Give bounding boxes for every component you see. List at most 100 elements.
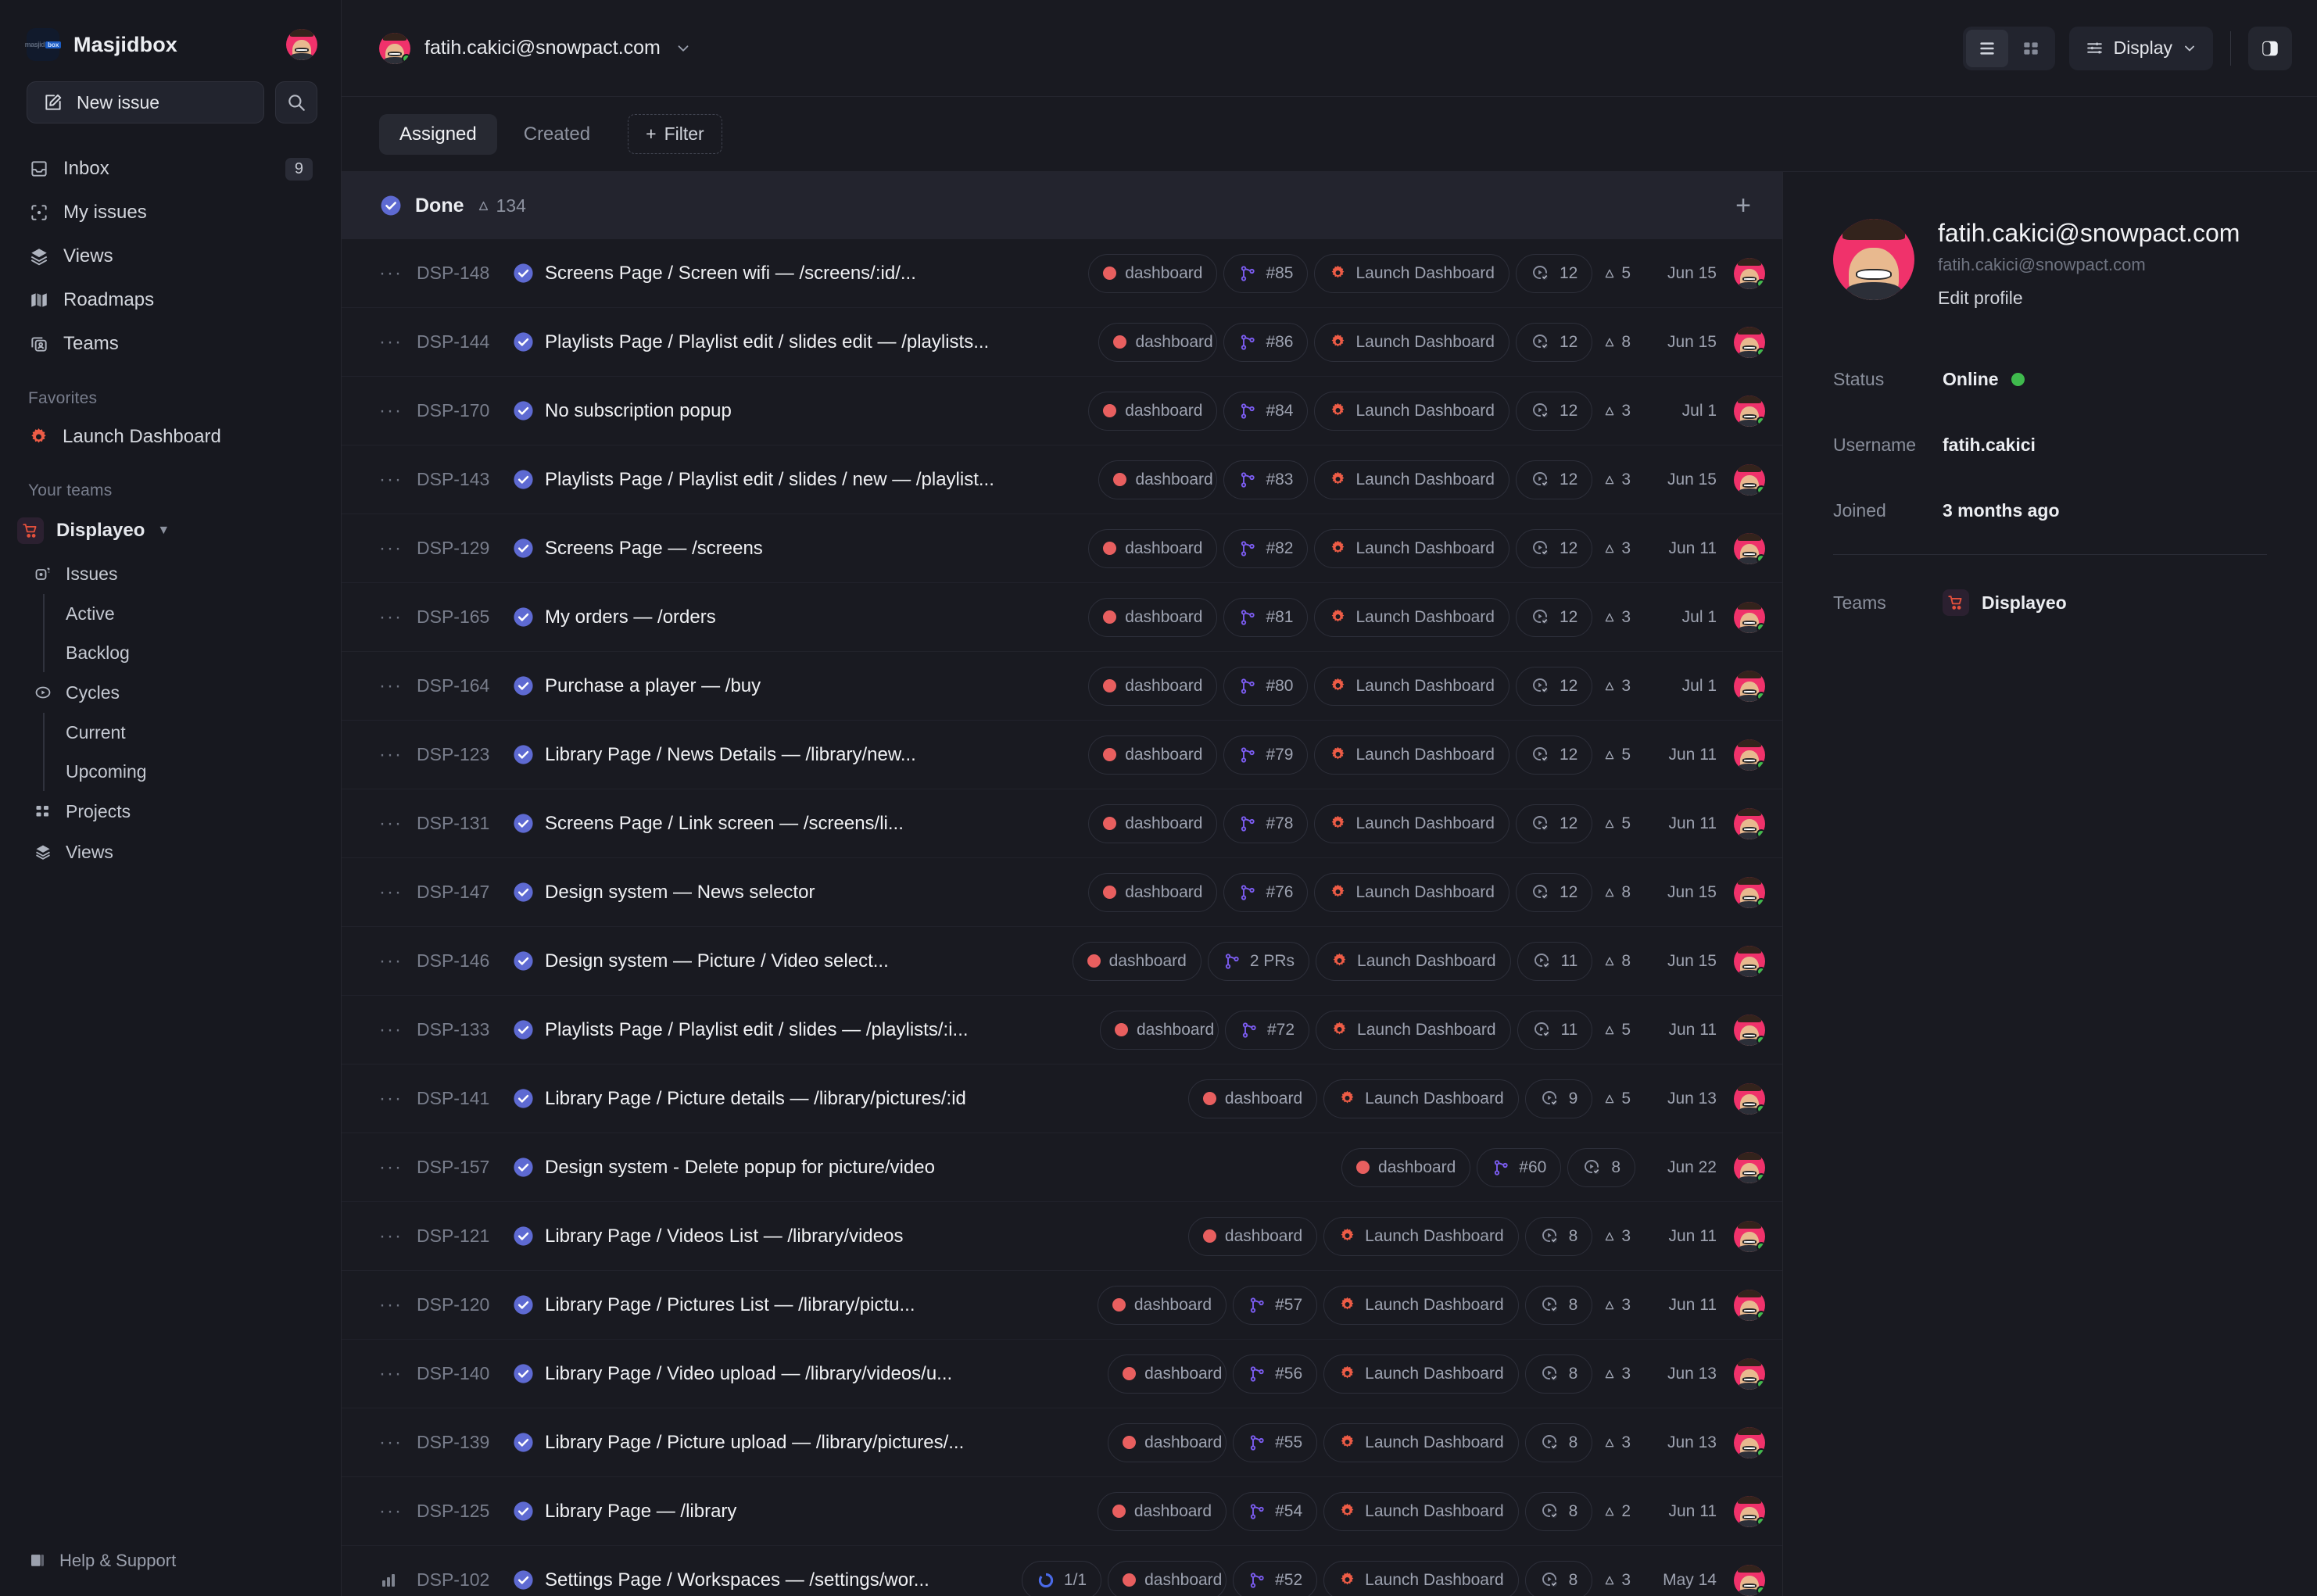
- issue-status-icon[interactable]: [512, 537, 545, 560]
- pull-request-chip[interactable]: #52: [1233, 1560, 1318, 1596]
- user-avatar[interactable]: [286, 29, 317, 60]
- label-chip[interactable]: dashboard: [1088, 597, 1218, 637]
- issue-status-icon[interactable]: [512, 1500, 545, 1523]
- assignee-avatar[interactable]: [1734, 257, 1765, 289]
- cycle-chip[interactable]: 12: [1515, 597, 1593, 637]
- row-assignee[interactable]: [1734, 601, 1765, 633]
- cycle-chip[interactable]: 12: [1515, 322, 1593, 362]
- teams-value-wrap[interactable]: Displayeo: [1943, 589, 2067, 616]
- row-assignee[interactable]: [1734, 1564, 1765, 1596]
- row-priority-icon[interactable]: ···: [379, 607, 417, 628]
- sidebar-item-issues[interactable]: Issues: [0, 553, 341, 594]
- cycle-chip[interactable]: 9: [1524, 1079, 1593, 1118]
- assignee-avatar[interactable]: [1734, 395, 1765, 427]
- issue-status-icon[interactable]: [512, 262, 545, 284]
- label-chip[interactable]: dashboard: [1088, 666, 1218, 706]
- label-chip[interactable]: dashboard: [1098, 460, 1218, 499]
- topbar-user-selector[interactable]: fatih.cakici@snowpact.com: [379, 32, 692, 64]
- sidebar-item-views[interactable]: Views: [17, 234, 324, 278]
- table-row[interactable]: ··· DSP-129 Screens Page — /screens dashboa…: [342, 514, 1782, 583]
- issue-status-icon[interactable]: [512, 606, 545, 628]
- sidebar-item-projects[interactable]: Projects: [0, 791, 341, 832]
- row-priority-icon[interactable]: ···: [379, 263, 417, 284]
- pull-request-chip[interactable]: #81: [1223, 597, 1309, 637]
- row-priority-icon[interactable]: [379, 1571, 417, 1590]
- assignee-avatar[interactable]: [1734, 1014, 1765, 1046]
- chevron-down-icon[interactable]: [675, 40, 692, 57]
- issue-status-icon[interactable]: [512, 1362, 545, 1385]
- project-chip[interactable]: Launch Dashboard: [1314, 872, 1509, 912]
- issue-status-icon[interactable]: [512, 675, 545, 697]
- issue-status-icon[interactable]: [512, 399, 545, 422]
- table-row[interactable]: ··· DSP-120 Library Page / Pictures List —…: [342, 1271, 1782, 1340]
- pull-request-chip[interactable]: #76: [1223, 872, 1309, 912]
- table-row[interactable]: ··· DSP-125 Library Page — /library dashboa…: [342, 1477, 1782, 1546]
- sidebar-item-my-issues[interactable]: My issues: [17, 191, 324, 234]
- pull-request-chip[interactable]: #54: [1233, 1491, 1318, 1531]
- table-row[interactable]: ··· DSP-139 Library Page / Picture upload …: [342, 1408, 1782, 1477]
- assignee-avatar[interactable]: [1734, 1151, 1765, 1183]
- cycle-chip[interactable]: 12: [1515, 666, 1593, 706]
- project-chip[interactable]: Launch Dashboard: [1323, 1216, 1519, 1256]
- label-chip[interactable]: dashboard: [1088, 253, 1218, 293]
- sidebar-item-team-views[interactable]: Views: [0, 832, 341, 872]
- issue-status-icon[interactable]: [512, 743, 545, 766]
- project-chip[interactable]: Launch Dashboard: [1314, 528, 1509, 568]
- row-priority-icon[interactable]: ···: [379, 1019, 417, 1041]
- assignee-avatar[interactable]: [1734, 1426, 1765, 1458]
- project-chip[interactable]: Launch Dashboard: [1314, 322, 1509, 362]
- row-assignee[interactable]: [1734, 1495, 1765, 1527]
- issue-status-icon[interactable]: [512, 331, 545, 353]
- table-row[interactable]: ··· DSP-143 Playlists Page / Playlist edit…: [342, 446, 1782, 514]
- project-chip[interactable]: Launch Dashboard: [1314, 253, 1509, 293]
- issue-status-icon[interactable]: [512, 1569, 545, 1591]
- list-view-button[interactable]: [1965, 29, 2008, 67]
- search-button[interactable]: [275, 81, 317, 123]
- project-chip[interactable]: Launch Dashboard: [1323, 1560, 1519, 1596]
- label-chip[interactable]: dashboard: [1187, 1216, 1318, 1256]
- table-row[interactable]: ··· DSP-146 Design system — Picture / Vide…: [342, 927, 1782, 996]
- label-chip[interactable]: dashboard: [1088, 528, 1218, 568]
- label-chip[interactable]: dashboard: [1108, 1422, 1227, 1462]
- sidebar-item-current[interactable]: Current: [0, 713, 341, 752]
- add-filter-button[interactable]: + Filter: [628, 114, 722, 154]
- cycle-chip[interactable]: 8: [1524, 1560, 1593, 1596]
- pull-request-chip[interactable]: 2 PRs: [1207, 941, 1310, 981]
- cycle-chip[interactable]: 8: [1524, 1354, 1593, 1394]
- table-row[interactable]: ··· DSP-144 Playlists Page / Playlist edit…: [342, 308, 1782, 377]
- cycle-chip[interactable]: 12: [1515, 460, 1593, 499]
- row-priority-icon[interactable]: ···: [379, 1363, 417, 1385]
- project-chip[interactable]: Launch Dashboard: [1314, 735, 1509, 775]
- cycle-chip[interactable]: 8: [1524, 1285, 1593, 1325]
- assignee-avatar[interactable]: [1734, 1220, 1765, 1252]
- label-chip[interactable]: dashboard: [1341, 1147, 1471, 1187]
- issue-status-icon[interactable]: [512, 1431, 545, 1454]
- row-assignee[interactable]: [1734, 395, 1765, 427]
- row-priority-icon[interactable]: ···: [379, 1157, 417, 1179]
- help-and-support-button[interactable]: Help & Support: [0, 1526, 341, 1596]
- team-header-displayeo[interactable]: Displayeo ▼: [0, 508, 341, 553]
- project-chip[interactable]: Launch Dashboard: [1314, 597, 1509, 637]
- label-chip[interactable]: dashboard: [1097, 1491, 1227, 1531]
- pull-request-chip[interactable]: #86: [1223, 322, 1309, 362]
- row-assignee[interactable]: [1734, 1082, 1765, 1115]
- pull-request-chip[interactable]: #84: [1223, 391, 1309, 431]
- project-chip[interactable]: Launch Dashboard: [1323, 1285, 1519, 1325]
- project-chip[interactable]: Launch Dashboard: [1323, 1491, 1519, 1531]
- side-panel-toggle-button[interactable]: [2248, 26, 2292, 70]
- row-assignee[interactable]: [1734, 1151, 1765, 1183]
- row-assignee[interactable]: [1734, 1358, 1765, 1390]
- assignee-avatar[interactable]: [1734, 1082, 1765, 1115]
- pull-request-chip[interactable]: #85: [1223, 253, 1309, 293]
- assignee-avatar[interactable]: [1734, 1495, 1765, 1527]
- row-assignee[interactable]: [1734, 1289, 1765, 1321]
- table-row[interactable]: ··· DSP-147 Design system — News selector d…: [342, 858, 1782, 927]
- board-view-button[interactable]: [2010, 30, 2052, 67]
- project-chip[interactable]: Launch Dashboard: [1314, 803, 1509, 843]
- project-chip[interactable]: Launch Dashboard: [1316, 941, 1511, 981]
- project-chip[interactable]: Launch Dashboard: [1323, 1354, 1519, 1394]
- row-priority-icon[interactable]: ···: [379, 538, 417, 560]
- table-row[interactable]: ··· DSP-164 Purchase a player — /buy dashbo…: [342, 652, 1782, 721]
- cycle-chip[interactable]: 12: [1515, 803, 1593, 843]
- label-chip[interactable]: dashboard: [1088, 391, 1218, 431]
